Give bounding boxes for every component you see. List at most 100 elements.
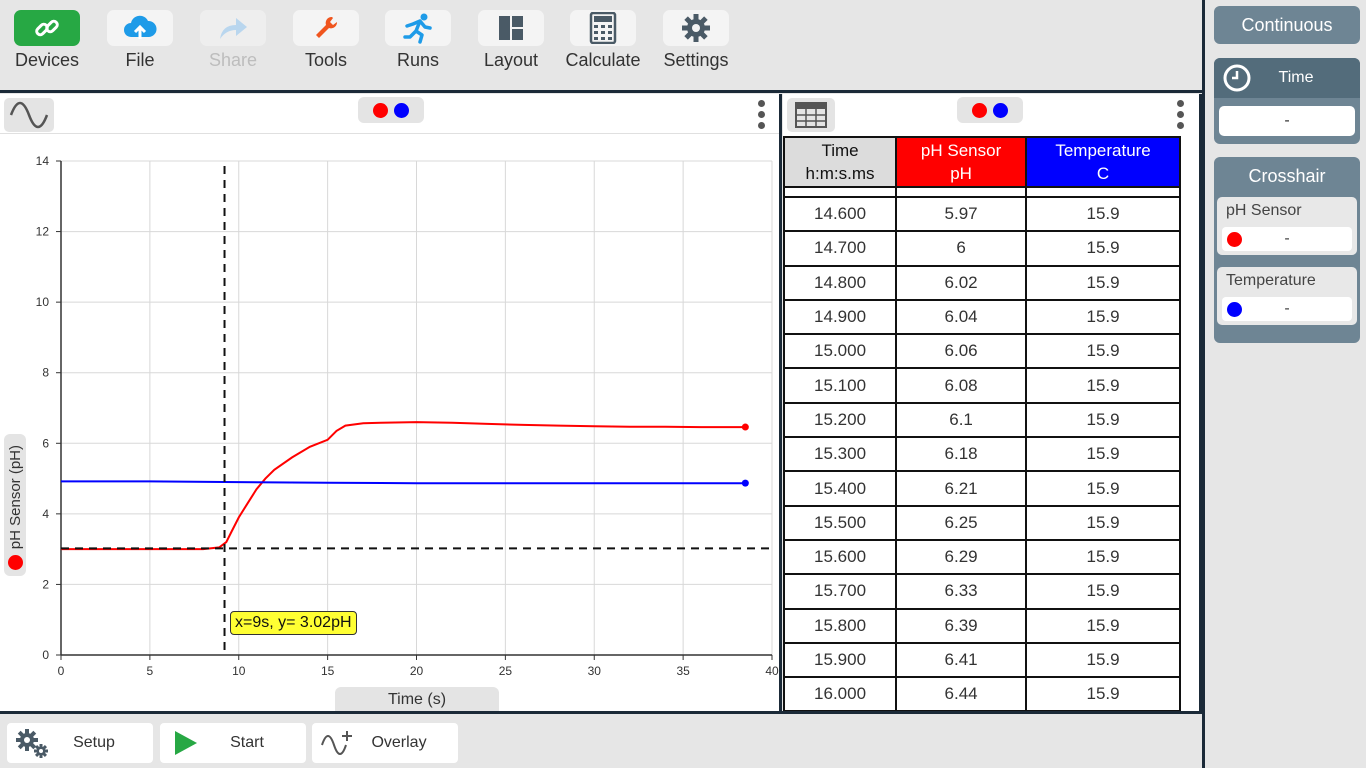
temperature-cell: 15.9 <box>1025 573 1181 610</box>
graph-plot[interactable]: 0 5 10 15 20 25 30 35 40 0 2 4 6 8 10 12 14 <box>0 134 779 689</box>
ph-series-dot <box>373 102 388 118</box>
bottom-bar: Setup Start Overlay <box>0 711 1202 768</box>
start-button[interactable]: Start <box>160 723 306 763</box>
time-card-header: Time <box>1214 58 1360 98</box>
temperature-series-dot <box>394 102 409 118</box>
x-tick-label: 5 <box>147 664 154 678</box>
ph-cell: 6.44 <box>895 676 1028 711</box>
runner-icon <box>385 10 451 46</box>
gear-icon <box>663 10 729 46</box>
ph-series-dot <box>1227 231 1242 247</box>
table-row[interactable]: 14.800 6.02 15.9 <box>783 264 1181 301</box>
layout-button[interactable]: Layout <box>471 10 551 80</box>
time-cell: 15.800 <box>783 607 898 644</box>
x-tick-label: 30 <box>588 664 602 678</box>
crosshair-ph-value: - <box>1284 230 1290 247</box>
table-menu-button[interactable] <box>1170 96 1190 132</box>
file-button[interactable]: File <box>100 10 180 80</box>
share-button[interactable]: Share <box>193 10 273 80</box>
table-row[interactable]: 15.800 6.39 15.9 <box>783 607 1181 644</box>
time-cell: 15.600 <box>783 538 898 576</box>
table-view-button[interactable] <box>787 98 835 132</box>
table-row[interactable]: 15.600 6.29 15.9 <box>783 538 1181 576</box>
ph-series-dot <box>972 102 987 118</box>
table-row[interactable]: 15.700 6.33 15.9 <box>783 573 1181 610</box>
table-spacer-row <box>783 187 1181 198</box>
overlay-button[interactable]: Overlay <box>312 723 458 763</box>
mode-button[interactable]: Continuous <box>1214 6 1360 44</box>
time-cell: 15.300 <box>783 436 898 473</box>
table-row[interactable]: 15.500 6.25 15.9 <box>783 504 1181 541</box>
time-cell: 14.700 <box>783 230 898 267</box>
overlay-wave-icon <box>312 729 362 757</box>
time-cell: 14.800 <box>783 264 898 301</box>
graph-type-button[interactable] <box>4 98 54 132</box>
ph-cell: 6.33 <box>895 573 1028 610</box>
sine-wave-icon <box>9 101 49 129</box>
time-column-header[interactable]: Time h:m:s.ms <box>783 136 898 188</box>
ph-series-endpoint <box>741 423 749 431</box>
table-row[interactable]: 15.900 6.41 15.9 <box>783 641 1181 679</box>
file-label: File <box>125 50 155 70</box>
devices-button[interactable]: Devices <box>7 10 87 80</box>
x-tick-label: 40 <box>765 664 779 678</box>
crosshair-title: Crosshair <box>1248 165 1326 186</box>
table-icon <box>795 102 827 128</box>
calculator-icon <box>570 10 636 46</box>
devices-label: Devices <box>14 50 80 70</box>
y-tick-label: 8 <box>42 366 49 380</box>
ph-cell: 5.97 <box>895 195 1028 233</box>
temperature-cell: 15.9 <box>1025 230 1181 267</box>
table-row[interactable]: 15.400 6.21 15.9 <box>783 470 1181 507</box>
y-tick-label: 2 <box>42 577 49 591</box>
settings-button[interactable]: Settings <box>656 10 736 80</box>
y-tick-label: 6 <box>42 436 49 450</box>
crosshair-temperature-value-box: - <box>1222 297 1352 321</box>
y-tick-label: 14 <box>36 154 50 168</box>
runs-label: Runs <box>396 50 440 70</box>
table-row[interactable]: 15.000 6.06 15.9 <box>783 333 1181 370</box>
graph-header <box>0 94 779 134</box>
crosshair-panel: Crosshair pH Sensor - Temperature - <box>1214 157 1360 343</box>
ph-cell: 6.39 <box>895 607 1028 644</box>
table-row[interactable]: 15.300 6.18 15.9 <box>783 436 1181 473</box>
temperature-cell: 15.9 <box>1025 607 1181 644</box>
calculate-button[interactable]: Calculate <box>563 10 643 80</box>
y-tick-label: 12 <box>36 225 50 239</box>
y-axis-series-dot <box>7 555 23 570</box>
table-row[interactable]: 16.000 6.44 15.9 <box>783 676 1181 711</box>
setup-button[interactable]: Setup <box>7 723 153 763</box>
table-row[interactable]: 14.700 6 15.9 <box>783 230 1181 267</box>
temperature-cell: 15.9 <box>1025 298 1181 336</box>
temperature-cell: 15.9 <box>1025 676 1181 711</box>
temperature-column-header[interactable]: Temperature C <box>1025 136 1181 188</box>
ph-column-header[interactable]: pH Sensor pH <box>895 136 1028 188</box>
ph-cell: 6.21 <box>895 470 1028 507</box>
table-row[interactable]: 15.200 6.1 15.9 <box>783 401 1181 439</box>
table-row[interactable]: 14.600 5.97 15.9 <box>783 195 1181 233</box>
ph-cell: 6.1 <box>895 401 1028 439</box>
time-cell: 16.000 <box>783 676 898 711</box>
time-cell: 15.200 <box>783 401 898 439</box>
runs-button[interactable]: Runs <box>378 10 458 80</box>
x-axis-label[interactable]: Time (s) <box>335 687 499 711</box>
table-row[interactable]: 15.100 6.08 15.9 <box>783 367 1181 404</box>
table-row[interactable]: 14.900 6.04 15.9 <box>783 298 1181 336</box>
table-series-toggle[interactable] <box>957 97 1023 123</box>
ph-cell: 6.41 <box>895 641 1028 679</box>
app-window: Devices File Share Tools Runs Layout Cal… <box>0 0 1366 768</box>
temperature-cell: 15.9 <box>1025 401 1181 439</box>
temperature-series-dot <box>1227 301 1242 317</box>
x-tick-label: 10 <box>232 664 246 678</box>
y-axis-label[interactable]: pH Sensor (pH) <box>4 434 26 576</box>
graph-series-toggle[interactable] <box>358 97 424 123</box>
time-cell: 15.400 <box>783 470 898 507</box>
layout-label: Layout <box>483 50 539 70</box>
tools-button[interactable]: Tools <box>286 10 366 80</box>
ph-cell: 6.08 <box>895 367 1028 404</box>
crosshair-temperature-value: - <box>1284 300 1290 317</box>
time-cell: 15.500 <box>783 504 898 541</box>
graph-menu-button[interactable] <box>751 96 771 132</box>
y-tick-label: 10 <box>36 295 50 309</box>
temperature-cell: 15.9 <box>1025 436 1181 473</box>
